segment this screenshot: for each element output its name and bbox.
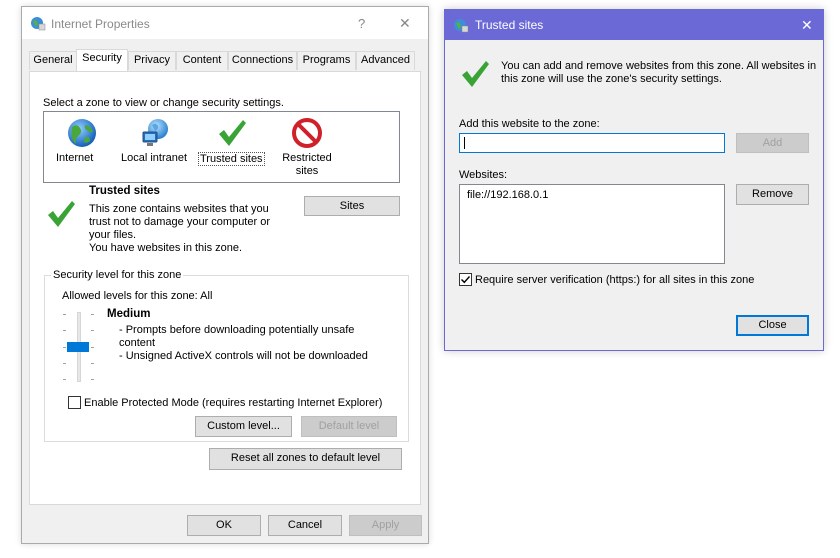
tab-connections-label: Connections [231,54,294,66]
tab-general-label: General [33,54,73,66]
tab-general[interactable]: General [29,51,77,70]
restricted-icon [291,117,323,152]
security-tab-panel: Select a zone to view or change security… [29,71,421,505]
trusted-info-check-icon [459,58,491,93]
slider-thumb[interactable] [67,342,89,352]
add-website-label: Add this website to the zone: [459,118,600,130]
add-button[interactable]: Add [736,133,809,153]
tab-content-label: Content [182,54,222,66]
tab-privacy-label: Privacy [133,54,171,66]
ok-button[interactable]: OK [187,515,261,536]
trusted-info-text: You can add and remove websites from thi… [501,60,817,85]
tab-strip: General Security Privacy Content Connect… [29,49,421,71]
internet-options-icon [30,15,46,31]
security-level-slider[interactable] [63,312,95,384]
apply-button[interactable]: Apply [349,515,422,536]
tab-security-label: Security [82,52,122,64]
default-level-button[interactable]: Default level [301,416,397,437]
security-level-bullet-2: - Unsigned ActiveX controls will not be … [119,350,368,362]
zone-internet-label: Internet [56,152,94,164]
close-button[interactable]: Close [736,315,809,336]
trusted-close-icon[interactable]: ✕ [801,17,813,34]
zone-trusted-sites-label: Trusted sites [198,152,265,166]
window-title: Internet Properties [51,17,150,31]
tab-programs-label: Programs [302,54,351,66]
cancel-button[interactable]: Cancel [268,515,342,536]
tab-advanced-label: Advanced [361,54,410,66]
zone-local-intranet[interactable]: Local intranet [118,116,194,176]
trusted-title-bar: Trusted sites ✕ [445,10,823,40]
tab-connections[interactable]: Connections [228,51,297,70]
require-verification-checkbox[interactable] [459,273,472,286]
trusted-window-title: Trusted sites [475,18,544,32]
trusted-sites-window: Trusted sites ✕ You can add and remove w… [444,9,824,351]
selected-zone-icon [45,198,77,233]
reset-all-zones-button[interactable]: Reset all zones to default level [209,448,402,470]
zone-info-description: This zone contains websites that you tru… [89,203,270,241]
allowed-levels-text: Allowed levels for this zone: All [62,290,213,302]
internet-properties-window: Internet Properties ? ✕ General Security… [21,6,429,544]
zone-restricted-sites[interactable]: Restricted sites [272,116,342,178]
custom-level-button[interactable]: Custom level... [195,416,292,437]
security-level-group-label: Security level for this zone [51,269,184,281]
zone-prompt: Select a zone to view or change security… [43,97,284,109]
close-icon[interactable]: ✕ [399,15,411,32]
zone-list: Internet Local intranet Trusted sites Re… [43,111,400,183]
text-cursor [464,137,465,149]
tab-content[interactable]: Content [176,51,228,70]
zone-local-intranet-label: Local intranet [121,152,188,164]
help-button[interactable]: ? [358,16,365,31]
tab-privacy[interactable]: Privacy [128,51,176,70]
remove-button[interactable]: Remove [736,184,809,205]
security-level-name: Medium [107,308,151,320]
add-website-input[interactable] [459,133,725,153]
website-list-item[interactable]: file://192.168.0.1 [467,189,548,201]
trusted-window-icon [453,17,469,36]
websites-label: Websites: [459,169,508,181]
protected-mode-label: Enable Protected Mode (requires restarti… [84,397,383,409]
globe-icon [66,117,98,152]
require-verification-label: Require server verification (https:) for… [475,274,755,286]
zone-trusted-sites[interactable]: Trusted sites [198,116,268,176]
zone-info-title: Trusted sites [89,185,160,197]
tab-programs[interactable]: Programs [297,51,356,70]
checkmark-icon [461,276,471,284]
tab-advanced[interactable]: Advanced [356,51,415,70]
tab-security[interactable]: Security [76,49,128,71]
title-bar: Internet Properties ? ✕ [22,7,428,39]
zone-info-has-sites: You have websites in this zone. [89,242,243,254]
zone-internet[interactable]: Internet [50,116,114,176]
sites-button[interactable]: Sites [304,196,400,216]
security-level-bullet-1: - Prompts before downloading potentially… [119,324,355,349]
protected-mode-checkbox[interactable] [68,396,81,409]
check-icon [216,117,248,152]
intranet-globe-icon [140,117,172,152]
security-level-group: Security level for this zone Allowed lev… [44,269,409,442]
websites-list[interactable]: file://192.168.0.1 [459,184,725,264]
zone-restricted-sites-label: Restricted sites [282,152,332,177]
